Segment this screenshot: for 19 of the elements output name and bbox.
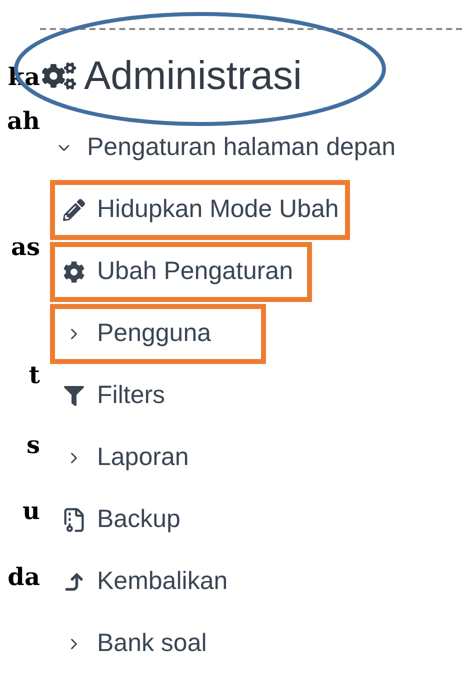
- document-text: ah: [7, 106, 40, 136]
- document-text: t: [28, 360, 40, 390]
- document-text: da: [8, 562, 40, 592]
- funnel-icon: [64, 386, 84, 406]
- menu-item[interactable]: Hidupkan Mode Ubah: [50, 180, 350, 240]
- menu-item[interactable]: Bank soal: [50, 620, 212, 668]
- document-text: as: [10, 232, 40, 262]
- block-title: Administrasi: [84, 53, 302, 100]
- menu-item[interactable]: Laporan: [50, 434, 194, 482]
- gear-icon: [63, 261, 85, 283]
- document-text: s: [26, 430, 40, 460]
- menu-item[interactable]: Pengaturan halaman depan: [40, 124, 401, 172]
- document-text: u: [22, 496, 40, 526]
- menu-item[interactable]: Filters: [50, 372, 170, 420]
- menu-item[interactable]: Kembalikan: [50, 558, 233, 606]
- pencil-icon: [63, 199, 85, 221]
- menu-item[interactable]: Ubah Pengaturan: [50, 242, 312, 302]
- menu-item[interactable]: Pengguna: [50, 304, 266, 364]
- menu-item[interactable]: Backup: [50, 496, 186, 544]
